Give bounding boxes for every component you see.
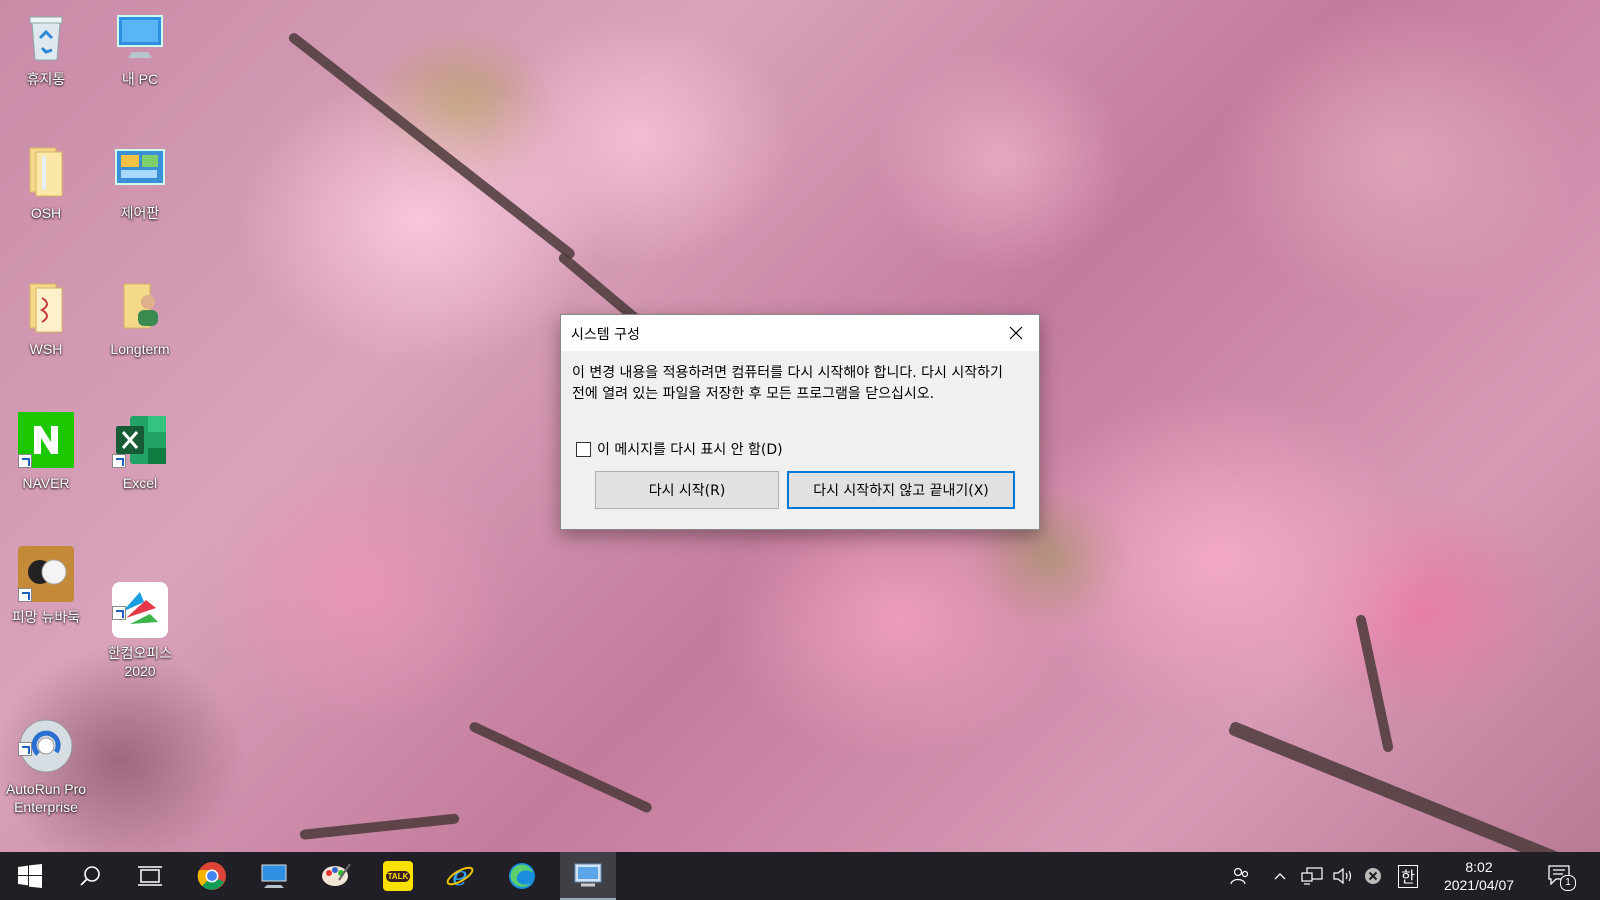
dialog-message: 이 변경 내용을 적용하려면 컴퓨터를 다시 시작해야 합니다. 다시 시작하기… bbox=[572, 365, 1003, 402]
task-view-button[interactable] bbox=[122, 852, 178, 900]
dont-show-again-label[interactable]: 이 메시지를 다시 표시 안 함(D) bbox=[597, 439, 783, 459]
restart-button[interactable]: 다시 시작(R) bbox=[595, 471, 779, 509]
desktop-icon-excel[interactable]: Excel bbox=[98, 412, 182, 492]
shortcut-arrow-icon bbox=[18, 588, 32, 602]
system-config-dialog: 시스템 구성 이 변경 내용을 적용하려면 컴퓨터를 다시 시작해야 합니다. … bbox=[560, 314, 1040, 530]
folder-icon bbox=[18, 142, 74, 198]
system-config-icon bbox=[574, 863, 602, 887]
exit-without-restart-button[interactable]: 다시 시작하지 않고 끝내기(X) bbox=[787, 471, 1015, 509]
shortcut-arrow-icon bbox=[112, 606, 126, 620]
error-circle-icon bbox=[1365, 868, 1381, 884]
desktop-icon-this-pc[interactable]: 내 PC bbox=[98, 8, 182, 88]
people-icon bbox=[1230, 867, 1249, 885]
kakaotalk-label: TALK bbox=[385, 870, 411, 882]
taskbar-internet-explorer[interactable]: e bbox=[432, 852, 488, 900]
clock-date: 2021/04/07 bbox=[1443, 877, 1515, 893]
notification-icon: 1 bbox=[1548, 865, 1576, 891]
volume-icon bbox=[1333, 867, 1352, 885]
desktop-icon-label: 휴지통 bbox=[26, 71, 66, 87]
desktop-icon-hancom-office[interactable]: 한컴오피스 2020 bbox=[98, 546, 182, 698]
desktop-icon-naver[interactable]: NAVER bbox=[4, 412, 88, 492]
taskbar-kakaotalk[interactable]: TALK bbox=[370, 852, 426, 900]
desktop-icon-longterm[interactable]: Longterm bbox=[98, 278, 182, 358]
desktop-icon-label: Excel bbox=[122, 475, 158, 491]
user-folder-icon bbox=[112, 278, 168, 334]
dialog-titlebar[interactable]: 시스템 구성 bbox=[561, 315, 1039, 351]
taskbar: TALK e 한 8:02 2021/04/07 1 bbox=[0, 852, 1600, 900]
desktop-icon-label: WSH bbox=[29, 341, 63, 357]
desktop-icon-label: NAVER bbox=[22, 475, 70, 491]
control-panel-icon bbox=[112, 142, 168, 198]
dont-show-again-row[interactable]: 이 메시지를 다시 표시 안 함(D) bbox=[576, 439, 783, 459]
network-icon bbox=[1301, 867, 1323, 885]
desktop-icon-recycle-bin[interactable]: 휴지통 bbox=[4, 8, 88, 88]
edge-icon bbox=[509, 863, 535, 889]
folder-icon bbox=[18, 278, 74, 334]
internet-explorer-icon: e bbox=[446, 862, 474, 891]
volume-button[interactable] bbox=[1330, 852, 1358, 900]
dont-show-again-checkbox[interactable] bbox=[576, 441, 591, 457]
action-center-button[interactable]: 1 bbox=[1540, 852, 1580, 900]
autorun-icon bbox=[18, 700, 74, 773]
shortcut-arrow-icon bbox=[18, 742, 32, 756]
desktop-icon-autorun-pro[interactable]: AutoRun Pro Enterprise bbox=[4, 682, 88, 834]
pmang-baduk-icon bbox=[18, 546, 74, 602]
desktop-icon-label: 제어판 bbox=[120, 205, 160, 221]
desktop-icon-osh[interactable]: OSH bbox=[4, 142, 88, 222]
close-icon bbox=[1009, 326, 1023, 340]
close-button[interactable] bbox=[993, 315, 1039, 351]
status-error-button[interactable] bbox=[1360, 852, 1386, 900]
explorer-pc-icon bbox=[261, 864, 287, 888]
desktop-icon-label: 내 PC bbox=[121, 71, 159, 87]
kakaotalk-icon: TALK bbox=[383, 861, 413, 891]
start-button[interactable] bbox=[2, 852, 58, 900]
shortcut-arrow-icon bbox=[112, 454, 126, 468]
desktop-icon-control-panel[interactable]: 제어판 bbox=[98, 142, 182, 222]
taskbar-this-pc[interactable] bbox=[246, 852, 302, 900]
dialog-title: 시스템 구성 bbox=[571, 327, 640, 343]
desktop-icon-label: AutoRun Pro Enterprise bbox=[5, 781, 87, 815]
desktop-icon-label: 피망 뉴바둑 bbox=[11, 609, 81, 625]
taskbar-clock[interactable]: 8:02 2021/04/07 bbox=[1434, 858, 1524, 894]
taskbar-chrome[interactable] bbox=[184, 852, 240, 900]
search-icon bbox=[80, 866, 100, 886]
desktop-icon-label: 한컴오피스 2020 bbox=[107, 645, 173, 679]
shortcut-arrow-icon bbox=[18, 454, 32, 468]
paint-icon bbox=[322, 863, 351, 886]
people-button[interactable] bbox=[1226, 852, 1254, 900]
chevron-up-icon bbox=[1274, 873, 1286, 880]
svg-text:e: e bbox=[452, 862, 467, 891]
taskbar-paint[interactable] bbox=[308, 852, 364, 900]
desktop-icon-wsh[interactable]: WSH bbox=[4, 278, 88, 358]
windows-start-icon bbox=[18, 864, 42, 888]
desktop-icon-label: OSH bbox=[30, 205, 62, 221]
this-pc-icon bbox=[112, 8, 168, 64]
task-view-icon bbox=[138, 866, 162, 886]
naver-icon bbox=[18, 412, 74, 468]
search-button[interactable] bbox=[62, 852, 118, 900]
taskbar-edge[interactable] bbox=[494, 852, 550, 900]
recycle-bin-icon bbox=[18, 8, 74, 64]
show-hidden-icons-button[interactable] bbox=[1270, 852, 1290, 900]
desktop-icon-label: Longterm bbox=[110, 341, 170, 357]
hancom-office-icon bbox=[112, 564, 168, 638]
network-button[interactable] bbox=[1298, 852, 1326, 900]
ime-label: 한 bbox=[1398, 864, 1418, 888]
chrome-icon bbox=[197, 862, 226, 890]
taskbar-system-config[interactable] bbox=[560, 852, 616, 900]
ime-indicator[interactable]: 한 bbox=[1394, 852, 1422, 900]
notification-count-badge: 1 bbox=[1560, 875, 1576, 891]
desktop-icon-pmang-baduk[interactable]: 피망 뉴바둑 bbox=[4, 546, 88, 626]
clock-time: 8:02 bbox=[1465, 859, 1493, 875]
excel-icon bbox=[112, 412, 168, 468]
